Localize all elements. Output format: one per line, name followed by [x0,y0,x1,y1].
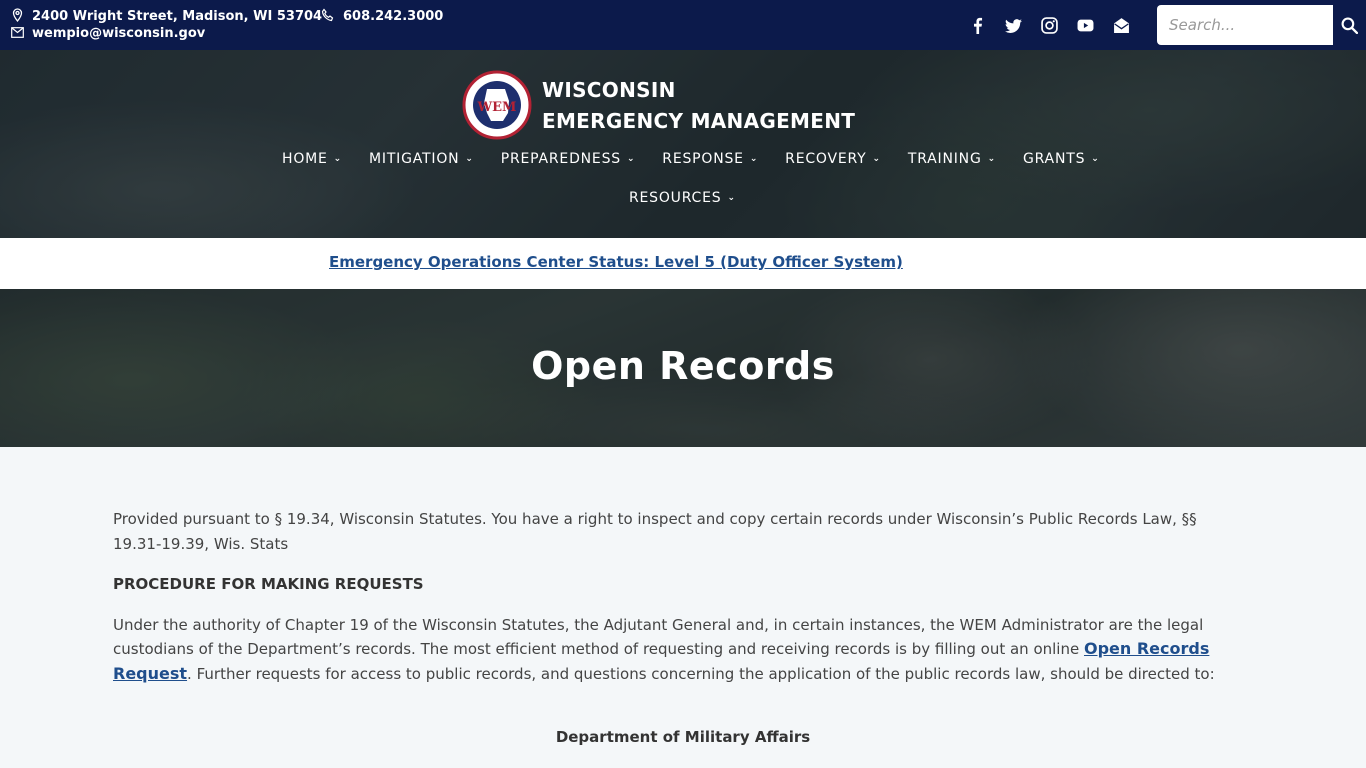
procedure-text-after: . Further requests for access to public … [187,664,1215,683]
nav-item-home[interactable]: HOME ⌄ [282,151,342,167]
chevron-down-icon: ⌄ [1091,154,1100,164]
search-input[interactable] [1157,5,1333,45]
top-contact-bar: 2400 Wright Street, Madison, WI 53704 60… [0,0,1366,50]
email-text: wempio@wisconsin.gov [32,26,206,41]
address-line: 2400 Wright Street, Madison, WI 53704 [10,8,322,25]
instagram-icon[interactable] [1038,14,1060,36]
chevron-down-icon: ⌄ [626,154,636,164]
nav-label: TRAINING [907,151,982,167]
chevron-down-icon: ⌄ [465,154,474,164]
chevron-down-icon: ⌄ [727,193,736,203]
nav-item-training[interactable]: TRAINING ⌄ [908,151,996,167]
procedure-text-before: Under the authority of Chapter 19 of the… [113,615,1204,659]
search-icon [1341,17,1358,34]
brand-name[interactable]: WISCONSIN EMERGENCY MANAGEMENT [542,75,855,137]
nav-item-preparedness[interactable]: PREPAREDNESS ⌄ [501,151,636,167]
site-header: WEM WISCONSIN EMERGENCY MANAGEMENT HOME ⌄… [0,50,1366,238]
nav-label: GRANTS [1022,151,1086,167]
twitter-icon[interactable] [1002,14,1024,36]
envelope-icon [10,26,24,41]
intro-paragraph: Provided pursuant to § 19.34, Wisconsin … [113,510,1197,553]
youtube-icon[interactable] [1074,14,1096,36]
nav-label: RECOVERY [785,151,867,167]
phone-text: 608.242.3000 [343,9,444,24]
nav-label: RESPONSE [662,151,744,167]
page-title: Open Records [531,344,835,388]
nav-item-mitigation[interactable]: MITIGATION ⌄ [369,151,474,167]
social-links [966,14,1132,36]
brand-line-1: WISCONSIN [542,78,676,102]
map-pin-icon [10,8,24,25]
main-content: Provided pursuant to § 19.34, Wisconsin … [113,507,1228,686]
procedure-paragraph: Under the authority of Chapter 19 of the… [113,613,1228,687]
nav-item-recovery[interactable]: RECOVERY ⌄ [785,151,881,167]
nav-label: PREPAREDNESS [500,151,621,167]
nav-item-grants[interactable]: GRANTS ⌄ [1023,151,1100,167]
phone-line[interactable]: 608.242.3000 [321,8,443,25]
procedure-heading: PROCEDURE FOR MAKING REQUESTS [113,575,424,593]
nav-label: HOME [282,151,328,167]
email-envelope-icon[interactable] [1110,14,1132,36]
chevron-down-icon: ⌄ [333,154,343,164]
address-text: 2400 Wright Street, Madison, WI 53704 [32,9,323,24]
main-nav: HOME ⌄ MITIGATION ⌄ PREPAREDNESS ⌄ RESPONSE… [282,151,1127,167]
eoc-status-bar: Emergency Operations Center Status: Leve… [0,238,1366,289]
department-name: Department of Military Affairs [555,728,811,746]
chevron-down-icon: ⌄ [987,154,996,164]
page-hero: Open Records [0,289,1366,447]
nav-label: MITIGATION [369,151,460,167]
brand-line-2: EMERGENCY MANAGEMENT [542,109,856,133]
wem-logo[interactable]: WEM [461,69,533,141]
chevron-down-icon: ⌄ [749,154,759,164]
main-nav-row-2: RESOURCES ⌄ [629,190,763,206]
nav-item-resources[interactable]: RESOURCES ⌄ [629,190,736,206]
chevron-down-icon: ⌄ [872,154,881,164]
nav-item-response[interactable]: RESPONSE ⌄ [662,151,758,167]
phone-icon [321,8,335,25]
nav-label: RESOURCES [629,190,722,206]
logo-lettering: WEM [477,100,517,115]
email-line[interactable]: wempio@wisconsin.gov [10,26,205,41]
search-button[interactable] [1333,5,1366,45]
facebook-icon[interactable] [966,14,988,36]
eoc-status-link[interactable]: Emergency Operations Center Status: Leve… [329,253,903,271]
